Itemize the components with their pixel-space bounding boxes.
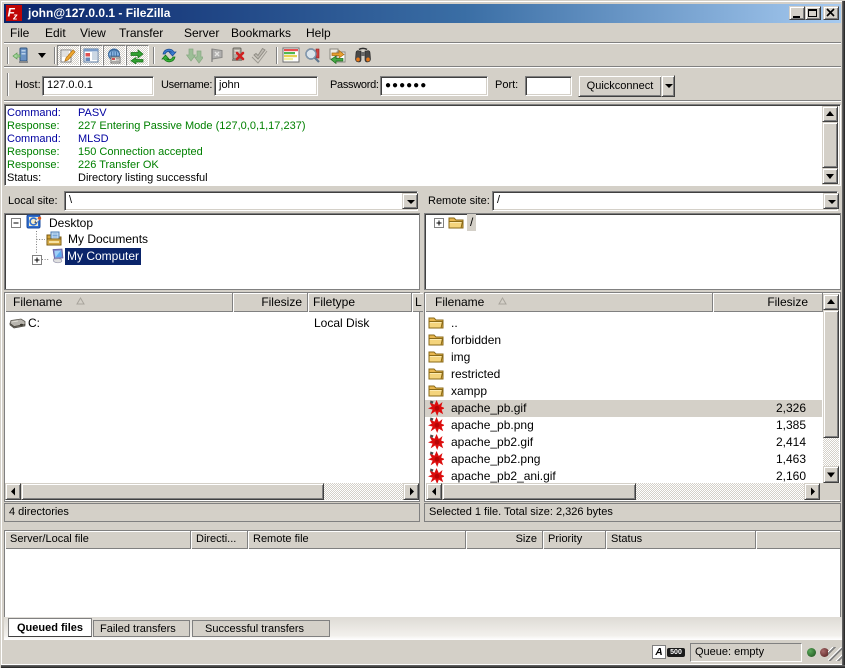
svg-text:z: z <box>12 12 18 22</box>
